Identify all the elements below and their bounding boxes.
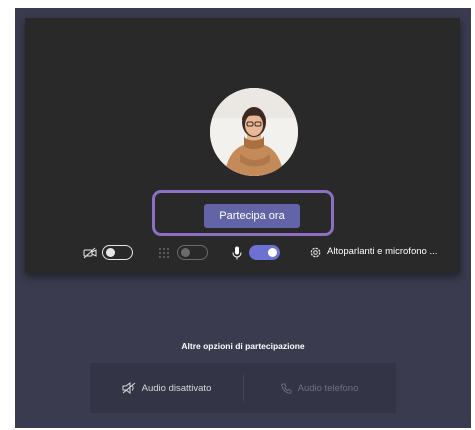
device-settings-label[interactable]: Altoparlanti e microfono ... bbox=[327, 246, 437, 257]
other-join-options-title: Altre opzioni di partecipazione bbox=[181, 341, 305, 351]
other-join-options-panel: Audio disattivato Audio telefono bbox=[90, 363, 396, 413]
phone-audio-label: Audio telefono bbox=[297, 382, 359, 394]
camera-off-icon bbox=[83, 247, 97, 259]
camera-toggle[interactable] bbox=[102, 245, 133, 260]
background-blur-toggle[interactable] bbox=[177, 245, 208, 260]
audio-off-label: Audio disattivato bbox=[141, 382, 212, 394]
speaker-off-icon bbox=[122, 382, 135, 394]
join-now-button[interactable]: Partecipa ora bbox=[204, 204, 300, 228]
background-blur-icon bbox=[159, 248, 169, 258]
avatar bbox=[210, 88, 298, 176]
microphone-icon bbox=[232, 246, 242, 260]
profile-photo bbox=[210, 88, 298, 176]
meeting-prejoin-screen: Partecipa ora Altoparlanti e microfono .… bbox=[15, 8, 471, 428]
microphone-toggle[interactable] bbox=[249, 245, 280, 260]
phone-audio-option[interactable]: Audio telefono bbox=[243, 363, 396, 413]
gear-icon[interactable] bbox=[309, 246, 322, 259]
video-preview: Partecipa ora Altoparlanti e microfono .… bbox=[25, 18, 460, 273]
phone-icon bbox=[280, 383, 292, 394]
device-controls-bar: Altoparlanti e microfono ... bbox=[25, 240, 460, 266]
audio-off-option[interactable]: Audio disattivato bbox=[90, 363, 243, 413]
